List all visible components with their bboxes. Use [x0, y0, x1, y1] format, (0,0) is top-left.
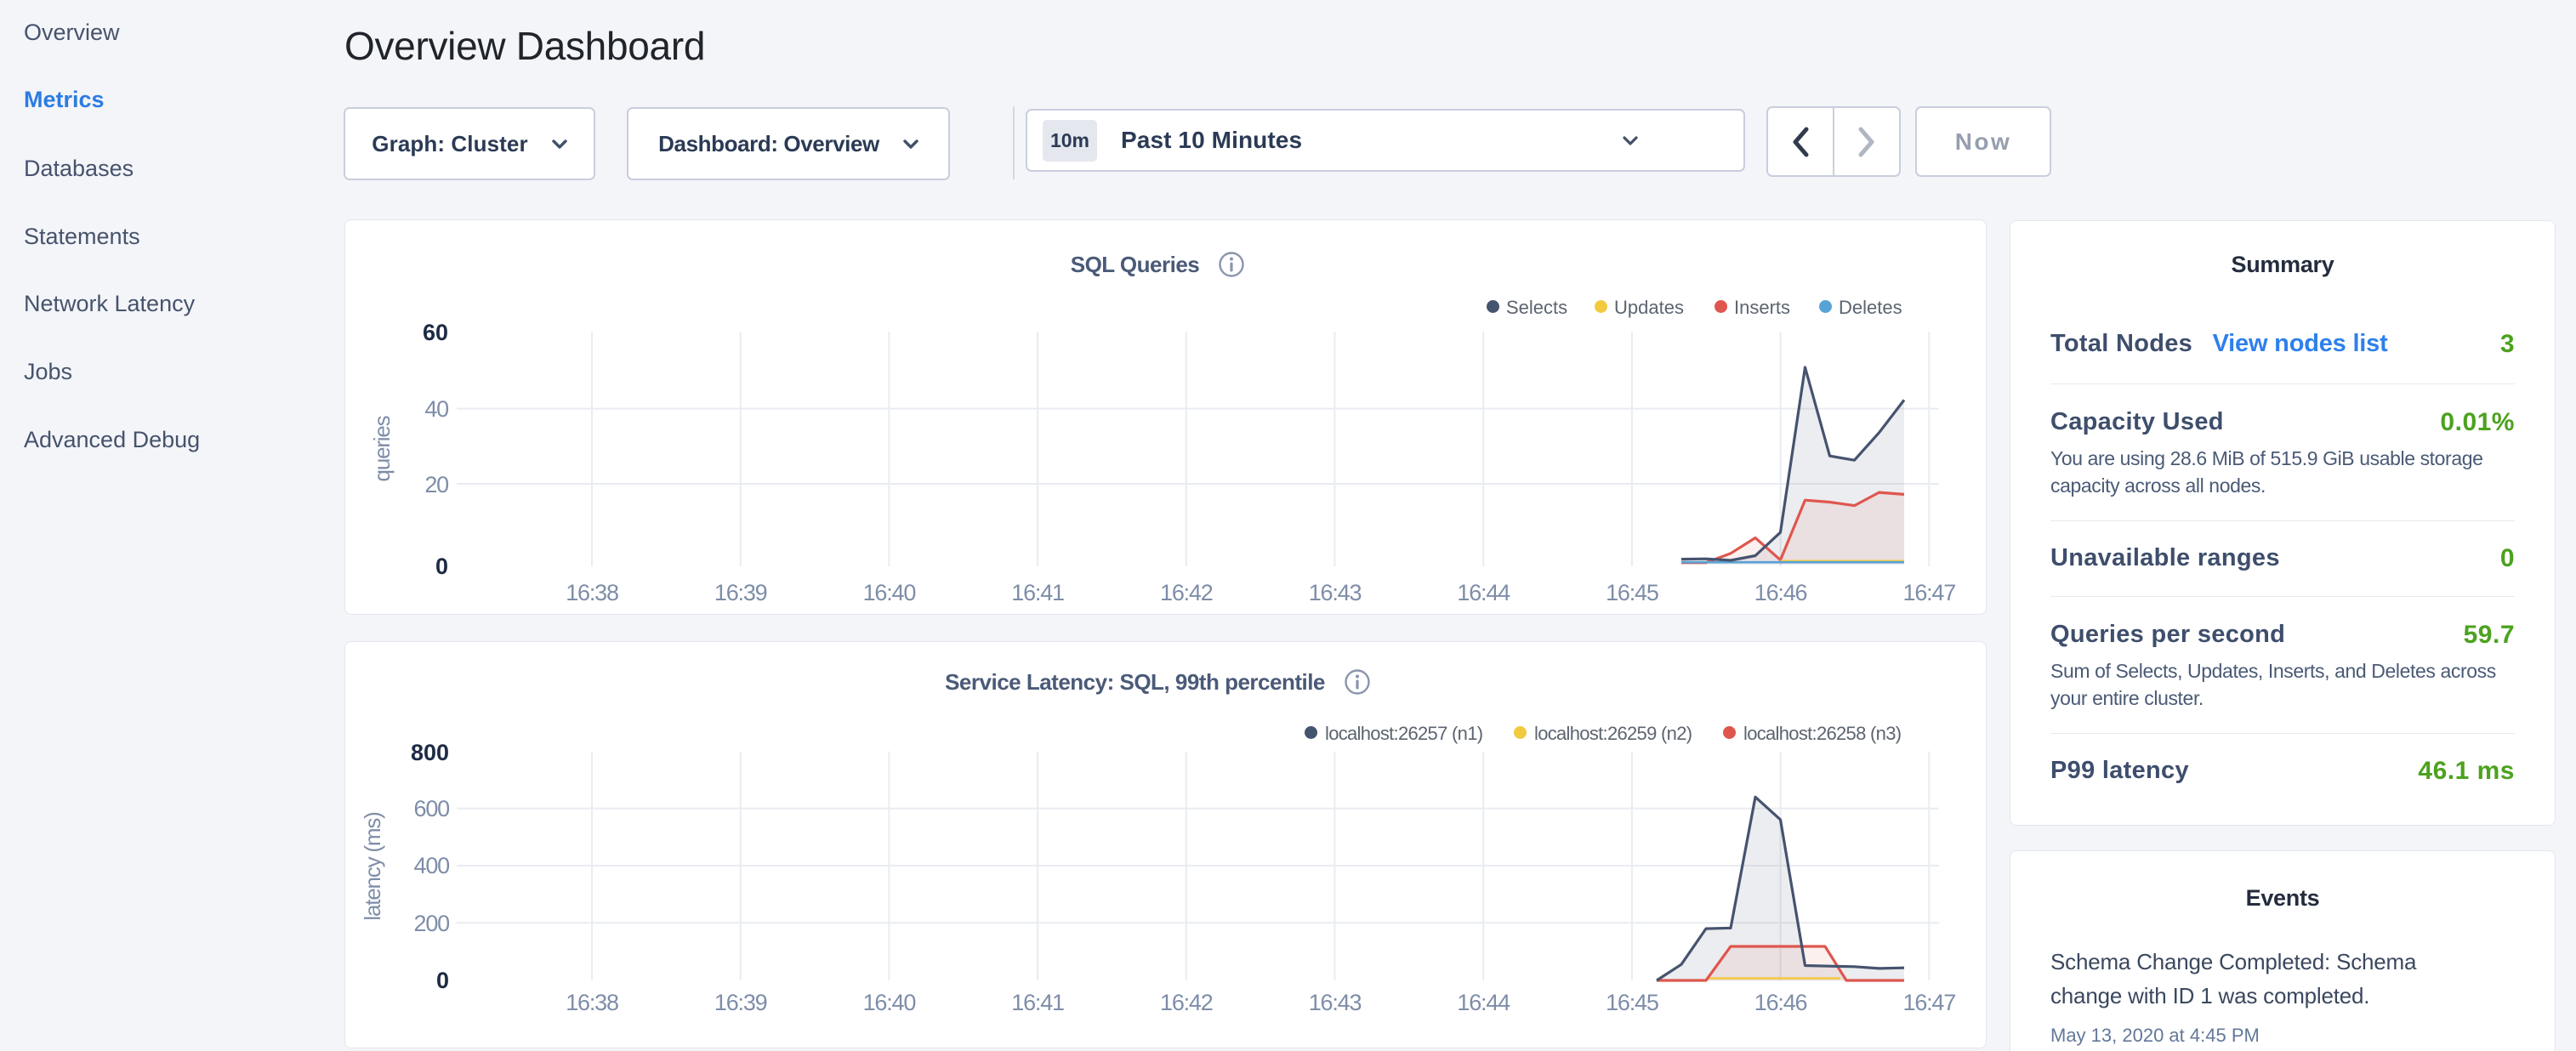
svg-text:16:38: 16:38 [566, 990, 618, 1015]
svg-text:16:44: 16:44 [1457, 990, 1510, 1015]
svg-text:200: 200 [414, 911, 450, 936]
svg-text:queries: queries [369, 415, 395, 481]
svg-text:16:46: 16:46 [1754, 990, 1807, 1015]
svg-text:16:43: 16:43 [1309, 990, 1362, 1015]
svg-text:16:43: 16:43 [1309, 580, 1362, 605]
svg-text:16:44: 16:44 [1457, 580, 1510, 605]
svg-text:16:40: 16:40 [863, 990, 916, 1015]
svg-text:16:46: 16:46 [1754, 580, 1807, 605]
svg-text:40: 40 [424, 396, 448, 422]
svg-text:16:41: 16:41 [1011, 990, 1064, 1015]
svg-text:16:42: 16:42 [1160, 990, 1213, 1015]
svg-text:latency (ms): latency (ms) [360, 812, 385, 921]
svg-text:60: 60 [423, 320, 448, 345]
svg-text:0: 0 [436, 968, 449, 993]
svg-text:16:41: 16:41 [1011, 580, 1064, 605]
svg-text:0: 0 [435, 554, 448, 579]
svg-text:16:38: 16:38 [566, 580, 618, 605]
svg-text:20: 20 [424, 472, 448, 497]
svg-text:16:45: 16:45 [1606, 990, 1658, 1015]
svg-text:16:47: 16:47 [1903, 990, 1956, 1015]
svg-text:16:45: 16:45 [1606, 580, 1658, 605]
svg-text:16:42: 16:42 [1160, 580, 1213, 605]
svg-text:16:40: 16:40 [863, 580, 916, 605]
svg-text:16:47: 16:47 [1903, 580, 1956, 605]
svg-text:16:39: 16:39 [714, 580, 767, 605]
svg-text:800: 800 [411, 740, 449, 765]
svg-text:16:39: 16:39 [714, 990, 767, 1015]
svg-text:600: 600 [414, 796, 450, 821]
svg-text:400: 400 [414, 853, 450, 878]
